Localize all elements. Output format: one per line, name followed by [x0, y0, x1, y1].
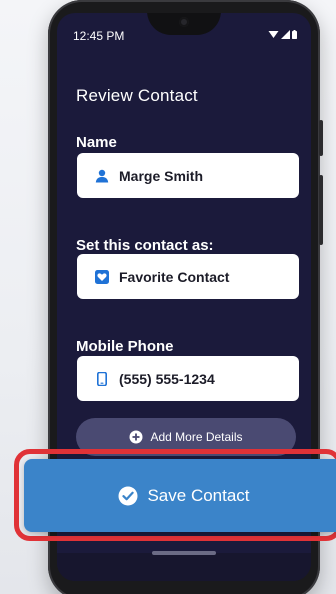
name-label: Name — [76, 134, 117, 151]
power-button — [319, 120, 323, 156]
home-indicator[interactable] — [152, 551, 216, 555]
name-value: Marge Smith — [119, 167, 204, 184]
battery-icon — [292, 30, 297, 39]
mobile-phone-label: Mobile Phone — [76, 338, 174, 355]
status-icons — [268, 30, 297, 39]
add-more-details-label: Add More Details — [150, 430, 243, 444]
name-field[interactable]: Marge Smith — [77, 153, 299, 198]
save-contact-button[interactable]: Save Contact — [24, 459, 336, 532]
mobile-phone-icon — [94, 371, 110, 387]
plus-circle-icon — [129, 430, 143, 444]
page-title: Review Contact — [76, 86, 198, 105]
favorite-contact-field[interactable]: Favorite Contact — [77, 254, 299, 299]
volume-button — [319, 175, 323, 245]
status-time: 12:45 PM — [73, 29, 125, 43]
bottom-nav-area — [57, 553, 311, 581]
heart-icon — [94, 269, 110, 285]
mobile-phone-field[interactable]: (555) 555-1234 — [77, 356, 299, 401]
set-as-label: Set this contact as: — [76, 237, 214, 254]
person-icon — [94, 168, 110, 184]
wifi-icon — [268, 30, 279, 39]
notch — [147, 13, 221, 35]
front-camera-icon — [179, 17, 189, 27]
check-circle-icon — [118, 486, 138, 506]
save-contact-label: Save Contact — [147, 485, 250, 505]
mobile-phone-value: (555) 555-1234 — [119, 370, 215, 387]
set-as-value: Favorite Contact — [119, 268, 230, 285]
signal-icon — [281, 30, 290, 39]
